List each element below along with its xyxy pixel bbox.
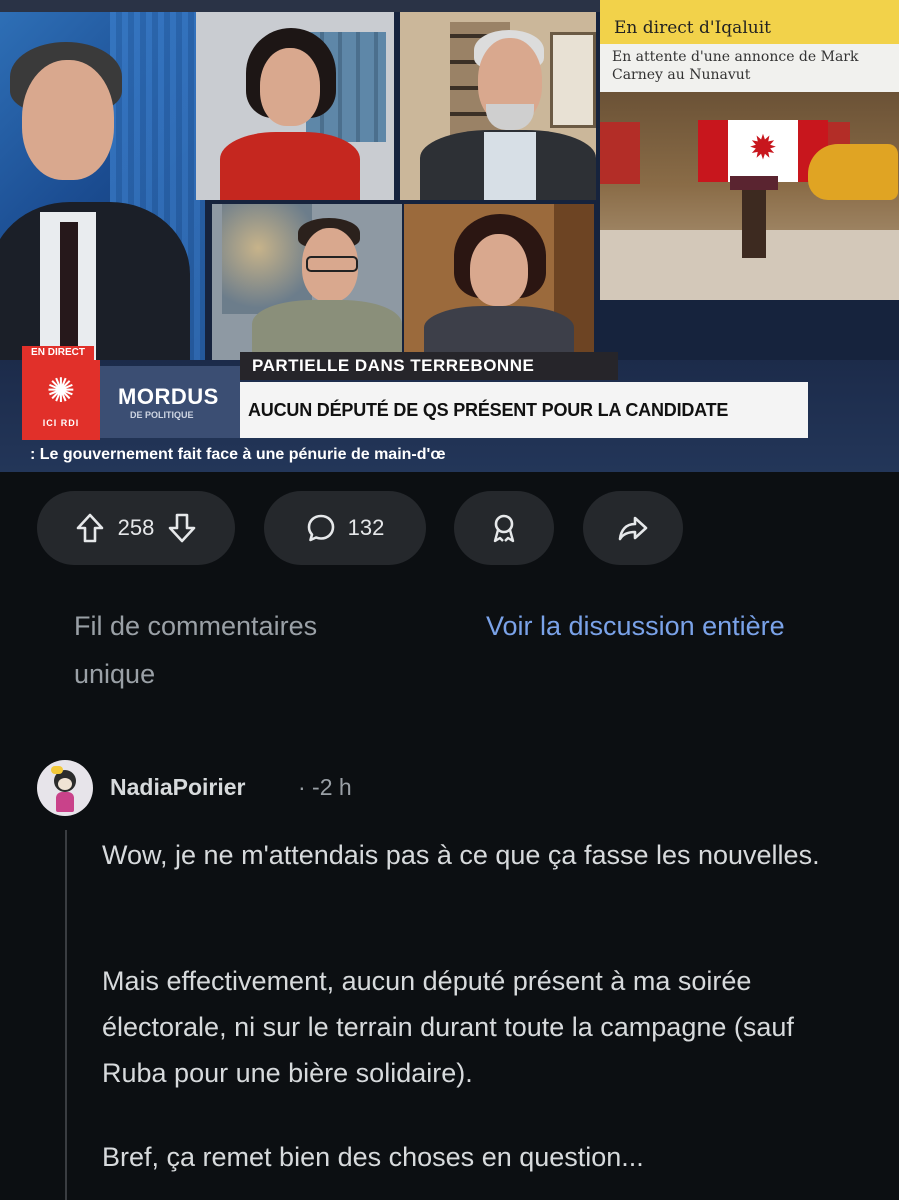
share-arrow-icon [618,514,648,542]
topic-banner: PARTIELLE DANS TERREBONNE [240,352,618,380]
comment-paragraph: Mais effectivement, aucun député présent… [102,966,794,1088]
cbc-gem-icon: ✺ [46,372,76,410]
comment-username[interactable]: NadiaPoirier [110,774,246,801]
speech-bubble-icon [306,513,336,543]
hangar-scene: ✹ [600,92,899,300]
avatar[interactable] [37,760,93,816]
guest-panel-3 [212,204,402,360]
show-subtitle: DE POLITIQUE [130,410,194,420]
anchor-video-panel [0,12,205,362]
vote-pill: 258 [37,491,235,565]
live-feed-panel: En direct d'Iqaluit En attente d'une ann… [600,0,899,300]
comment-timestamp: · -2 h [298,774,352,800]
live-header-text: En direct d'Iqaluit [614,18,771,38]
show-logo: MORDUS DE POLITIQUE [100,366,240,438]
share-button[interactable] [583,491,683,565]
post-image[interactable]: En direct d'Iqaluit En attente d'une ann… [0,0,899,472]
thread-line[interactable] [65,830,67,1200]
arrow-down-icon[interactable] [168,513,196,543]
show-name: MORDUS [118,384,219,409]
upvote-count: 258 [117,515,155,540]
cbc-logo: ✺ ICI RDI [22,360,100,440]
helicopter [808,144,898,200]
single-comment-thread-link[interactable]: Fil de commentaires unique [74,602,394,698]
comments-button[interactable]: 132 [264,491,426,565]
live-badge: EN DIRECT [22,346,94,360]
guest-panel-2 [400,12,596,200]
news-ticker: : Le gouvernement fait face à une pénuri… [30,446,446,463]
comment-paragraph: Bref, ça remet bien des choses en questi… [102,1142,644,1172]
guest-panel-1 [196,12,394,200]
podium [730,176,778,258]
guest-panel-4 [404,204,594,360]
award-ribbon-icon [490,513,518,543]
view-full-discussion-link[interactable]: Voir la discussion entière [486,602,786,650]
network-label: ICI RDI [42,418,80,428]
arrow-up-icon[interactable] [76,513,104,543]
headline-banner: AUCUN DÉPUTÉ DE QS PRÉSENT POUR LA CANDI… [240,382,808,438]
comment-count: 132 [347,515,385,540]
award-button[interactable] [454,491,554,565]
comment-paragraph: Wow, je ne m'attendais pas à ce que ça f… [102,840,820,870]
live-caption: En attente d'une annonce de Mark Carney … [612,49,859,83]
